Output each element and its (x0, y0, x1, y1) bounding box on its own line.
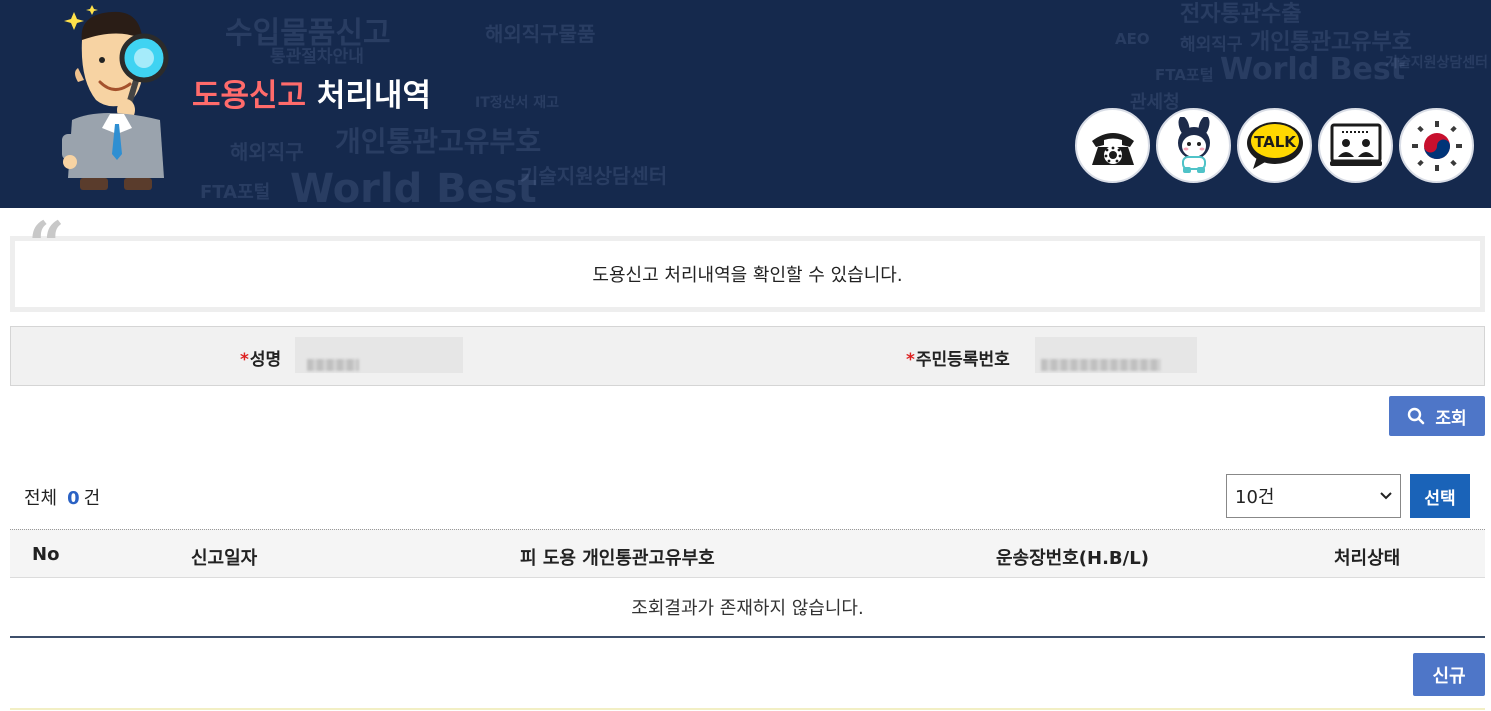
total-count-value: 0 (67, 488, 80, 509)
masked-rrn-value (1041, 359, 1161, 371)
page-title-accent: 도용신고 (192, 78, 307, 114)
svg-text:TALK: TALK (1254, 133, 1297, 151)
mascot-illustration (62, 5, 169, 190)
name-label: *성명 (240, 350, 282, 370)
column-header-no: No (32, 544, 60, 565)
empty-result-message: 조회결과가 존재하지 않습니다. (631, 598, 864, 619)
column-header-waybill-number: 운송장번호(H.B/L) (996, 548, 1149, 569)
new-report-button[interactable]: 신규 (1413, 653, 1485, 696)
column-header-report-date: 신고일자 (191, 548, 258, 569)
government-emblem-icon[interactable] (1399, 108, 1474, 183)
per-page-value: 10건 (1235, 487, 1275, 508)
rrn-label: *주민등록번호 (906, 350, 1010, 370)
quick-link-icons: TALK (1075, 108, 1474, 183)
required-mark: * (240, 350, 249, 370)
masked-name-value (307, 359, 359, 371)
search-form: *성명 *주민등록번호 (10, 326, 1485, 386)
phone-icon[interactable] (1075, 108, 1150, 183)
name-input[interactable] (295, 337, 463, 373)
search-icon (1408, 407, 1425, 425)
mascot-icon[interactable] (1156, 108, 1231, 183)
description-text: 도용신고 처리내역을 확인할 수 있습니다. (592, 265, 903, 286)
bottom-divider (10, 708, 1485, 710)
page-title-rest: 처리내역 (316, 78, 431, 114)
video-consult-icon[interactable] (1318, 108, 1393, 183)
search-button[interactable]: 조회 (1389, 396, 1485, 436)
chevron-down-icon (1380, 488, 1392, 504)
empty-result-row: 조회결과가 존재하지 않습니다. (10, 578, 1485, 638)
page-title: 도용신고 처리내역 (192, 70, 431, 115)
per-page-select[interactable]: 10건 (1226, 474, 1401, 518)
description-box: 도용신고 처리내역을 확인할 수 있습니다. (10, 236, 1485, 312)
table-header: No 신고일자 피 도용 개인통관고유부호 운송장번호(H.B/L) 처리상태 (10, 529, 1485, 578)
column-header-customs-code: 피 도용 개인통관고유부호 (520, 548, 715, 569)
search-button-label: 조회 (1435, 408, 1467, 429)
kakaotalk-icon[interactable]: TALK (1237, 108, 1312, 183)
quote-icon: “ (28, 208, 65, 283)
rrn-input[interactable] (1035, 337, 1197, 373)
column-header-status: 처리상태 (1334, 548, 1401, 569)
select-button[interactable]: 선택 (1410, 474, 1470, 518)
result-table: No 신고일자 피 도용 개인통관고유부호 운송장번호(H.B/L) 처리상태 … (10, 529, 1485, 638)
required-mark: * (906, 350, 915, 370)
header-banner: 수입물품신고 해외직구물품 전자통관수출 AEO 해외직구 개인통관고유부호 F… (0, 0, 1491, 208)
total-count: 전체 0 건 (24, 488, 101, 509)
